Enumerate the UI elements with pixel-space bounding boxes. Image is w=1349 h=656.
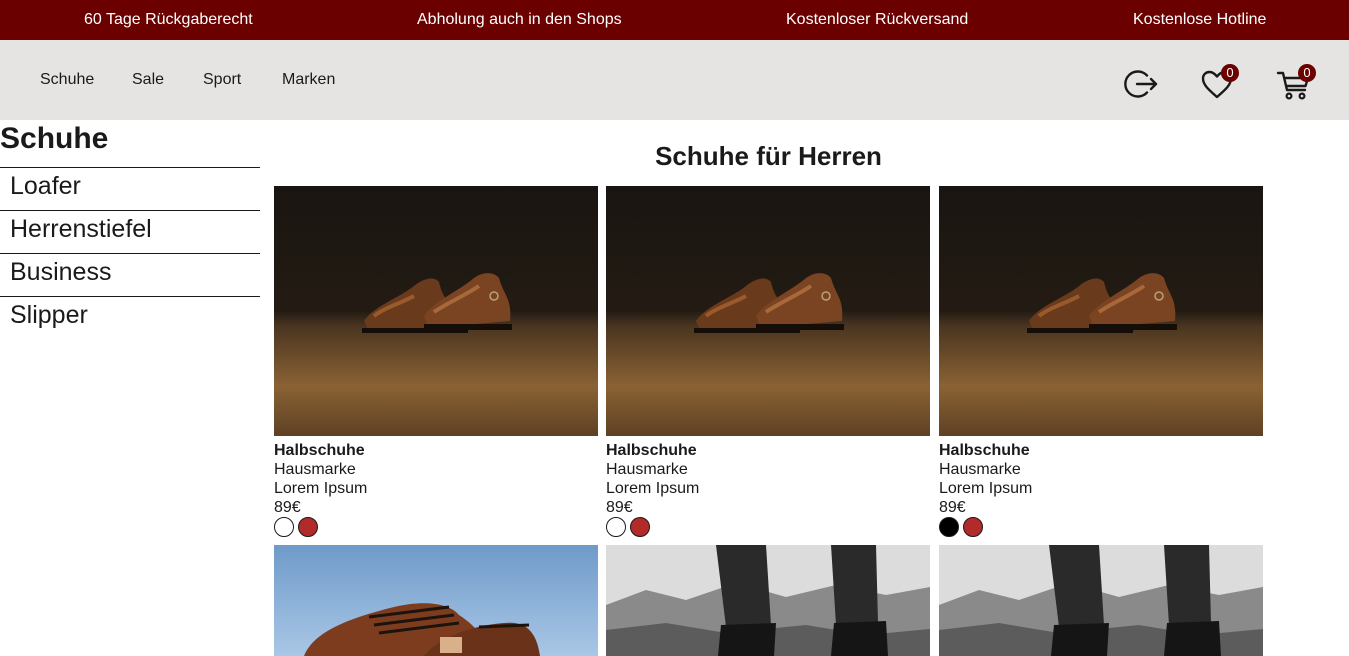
color-swatch[interactable] bbox=[939, 517, 959, 537]
color-swatches bbox=[274, 517, 322, 537]
product-name: Halbschuhe bbox=[606, 442, 697, 459]
page-title: Schuhe für Herren bbox=[655, 141, 882, 171]
product-image[interactable] bbox=[274, 545, 598, 656]
nav-link-marken[interactable]: Marken bbox=[282, 71, 335, 89]
product-name: Halbschuhe bbox=[274, 442, 365, 459]
wishlist-button[interactable]: 0 bbox=[1199, 64, 1239, 102]
logout-icon[interactable] bbox=[1123, 66, 1159, 102]
color-swatches bbox=[606, 517, 654, 537]
product-brand: Hausmarke bbox=[274, 461, 356, 478]
promo-bar: 60 Tage Rückgaberecht Abholung auch in d… bbox=[0, 0, 1349, 40]
product-brand: Hausmarke bbox=[939, 461, 1021, 478]
main-nav: Schuhe Sale Sport Marken 0 0 bbox=[0, 40, 1349, 120]
product-description: Lorem Ipsum bbox=[606, 480, 700, 497]
product-price: 89€ bbox=[274, 499, 301, 516]
color-swatch[interactable] bbox=[630, 517, 650, 537]
color-swatch[interactable] bbox=[298, 517, 318, 537]
product-image[interactable] bbox=[939, 545, 1263, 656]
product-image[interactable] bbox=[606, 545, 930, 656]
wishlist-count-badge: 0 bbox=[1221, 64, 1239, 82]
product-info: Halbschuhe Hausmarke Lorem Ipsum 89€ bbox=[274, 441, 598, 517]
product-image[interactable] bbox=[606, 186, 930, 436]
promo-pickup-shops: Abholung auch in den Shops bbox=[417, 11, 622, 28]
product-brand: Hausmarke bbox=[606, 461, 688, 478]
color-swatch[interactable] bbox=[274, 517, 294, 537]
color-swatches bbox=[939, 517, 987, 537]
product-name: Halbschuhe bbox=[939, 442, 1030, 459]
cart-count-badge: 0 bbox=[1298, 64, 1316, 82]
nav-link-schuhe[interactable]: Schuhe bbox=[40, 71, 94, 89]
sidebar-item-slipper[interactable]: Slipper bbox=[0, 296, 260, 339]
product-info: Halbschuhe Hausmarke Lorem Ipsum 89€ bbox=[606, 441, 930, 517]
nav-link-sale[interactable]: Sale bbox=[132, 71, 164, 89]
product-price: 89€ bbox=[606, 499, 633, 516]
sidebar-item-herrenstiefel[interactable]: Herrenstiefel bbox=[0, 210, 260, 253]
product-image[interactable] bbox=[274, 186, 598, 436]
product-image[interactable] bbox=[939, 186, 1263, 436]
color-swatch[interactable] bbox=[606, 517, 626, 537]
product-price: 89€ bbox=[939, 499, 966, 516]
sidebar-item-loafer[interactable]: Loafer bbox=[0, 167, 260, 210]
product-info: Halbschuhe Hausmarke Lorem Ipsum 89€ bbox=[939, 441, 1263, 517]
promo-return-policy: 60 Tage Rückgaberecht bbox=[84, 11, 253, 28]
sidebar-title: Schuhe bbox=[0, 122, 109, 155]
promo-free-return-shipping: Kostenloser Rückversand bbox=[786, 11, 969, 28]
color-swatch[interactable] bbox=[963, 517, 983, 537]
product-description: Lorem Ipsum bbox=[274, 480, 368, 497]
cart-button[interactable]: 0 bbox=[1276, 64, 1316, 102]
promo-free-hotline: Kostenlose Hotline bbox=[1133, 11, 1267, 28]
product-description: Lorem Ipsum bbox=[939, 480, 1033, 497]
sidebar-item-business[interactable]: Business bbox=[0, 253, 260, 296]
nav-link-sport[interactable]: Sport bbox=[203, 71, 241, 89]
